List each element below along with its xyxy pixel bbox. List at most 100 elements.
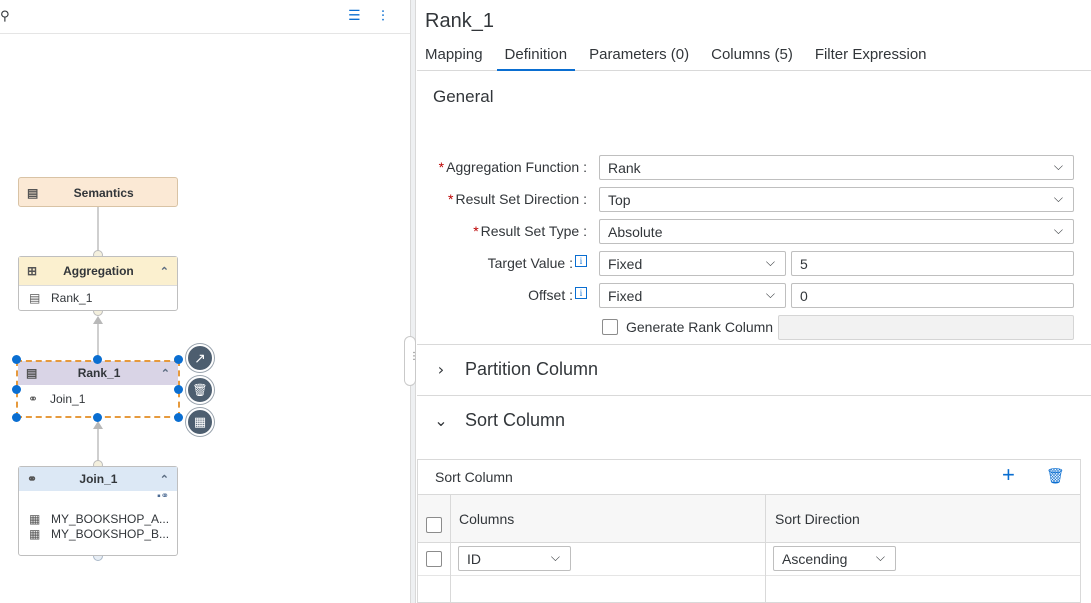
resize-handle-tl[interactable]: [12, 355, 21, 364]
tab-parameters[interactable]: Parameters (0): [581, 44, 697, 71]
arrow-into-aggregation: [93, 316, 103, 324]
chevron-down-icon: ⌄: [434, 411, 448, 430]
tab-bar: Mapping Definition Parameters (0) Column…: [417, 44, 1091, 71]
join-node-title: Join_1: [79, 472, 118, 486]
join-input-row-b: ▦ MY_BOOKSHOP_B...: [19, 526, 177, 541]
result-set-direction-select[interactable]: Top ⌵: [599, 187, 1074, 212]
collapse-chevron-icon[interactable]: ⌃: [160, 265, 169, 278]
generate-rank-column-checkbox[interactable]: [602, 319, 618, 335]
offset-input[interactable]: 0: [791, 283, 1074, 308]
result-set-type-value: Absolute: [608, 223, 663, 240]
arrow-up-right-icon: ↗: [194, 349, 206, 366]
selection-outline: [16, 360, 180, 418]
column-header-columns[interactable]: Columns: [459, 511, 514, 527]
resize-handle-mr[interactable]: [174, 385, 183, 394]
sort-column-table-title: Sort Column: [435, 469, 513, 485]
chevron-right-icon: ›: [437, 360, 445, 379]
join-node-header: ⚭ Join_1 ⌃: [19, 467, 177, 491]
tab-mapping[interactable]: Mapping: [417, 44, 491, 71]
result-set-type-select[interactable]: Absolute ⌵: [599, 219, 1074, 244]
join-type-icons: ▪⚭: [157, 491, 169, 502]
join-node[interactable]: ⚭ Join_1 ⌃ ▪⚭ ▦ MY_BOOKSHOP_A... ▦ MY_BO…: [18, 466, 178, 556]
preview-node-button[interactable]: ▦: [186, 408, 214, 436]
canvas-toolbar: ⚲ ☰ ⫶: [0, 0, 410, 34]
result-set-type-label: * Result Set Type :: [473, 223, 587, 239]
target-value-mode-select[interactable]: Fixed ⌵: [599, 251, 786, 276]
target-value-label: Target Value :i: [407, 255, 587, 271]
sort-direction-value: Ascending: [782, 550, 848, 567]
edge-semantics-aggregation: [97, 207, 99, 255]
offset-value: 0: [800, 287, 808, 304]
chevron-down-icon: ⌵: [765, 287, 775, 301]
chevron-down-icon: ⌵: [765, 255, 775, 269]
rank-node-icon: ▤: [29, 291, 41, 305]
partition-column-panel-header[interactable]: › Partition Column: [417, 344, 1091, 394]
sort-column-table-toolbar: Sort Column + 🗑: [418, 460, 1080, 495]
settings-sliders-icon[interactable]: ⫶: [381, 7, 385, 25]
splitter-grip[interactable]: ⋮: [404, 336, 419, 386]
general-section-title: General: [433, 87, 494, 106]
required-marker: *: [438, 159, 445, 175]
aggregation-function-select[interactable]: Rank ⌵: [599, 155, 1074, 180]
row-checkbox[interactable]: [426, 551, 442, 567]
resize-handle-br[interactable]: [174, 413, 183, 422]
add-icon[interactable]: +: [1002, 464, 1015, 486]
delete-icon[interactable]: 🗑: [1046, 467, 1065, 485]
table-icon: ▦: [29, 511, 41, 526]
collapse-chevron-icon[interactable]: ⌃: [160, 473, 169, 486]
target-value-input[interactable]: 5: [791, 251, 1074, 276]
aggregation-function-label: * Aggregation Function :: [438, 159, 587, 175]
result-set-direction-value: Top: [608, 191, 631, 208]
table-icon: ▦: [29, 526, 41, 541]
table-row[interactable]: ID ⌵ Ascending ⌵: [418, 543, 1080, 576]
offset-mode-select[interactable]: Fixed ⌵: [599, 283, 786, 308]
connect-arrow-button[interactable]: ↗: [186, 344, 214, 372]
tab-filter-expression[interactable]: Filter Expression: [807, 44, 935, 71]
resize-handle-ml[interactable]: [12, 385, 21, 394]
sort-column-table: Sort Column + 🗑 Columns Sort Direction I…: [417, 459, 1081, 603]
aggregation-function-value: Rank: [608, 159, 641, 176]
result-set-direction-label: * Result Set Direction :: [448, 191, 587, 207]
aggregation-node[interactable]: ⊞ Aggregation ⌃ ▤ Rank_1: [18, 256, 178, 311]
sort-column-title: Sort Column: [465, 410, 566, 430]
delete-node-button[interactable]: 🗑: [186, 376, 214, 404]
collapse-all-icon[interactable]: ☰: [348, 8, 361, 24]
tab-columns[interactable]: Columns (5): [703, 44, 801, 71]
table-header-row: Columns Sort Direction: [418, 495, 1080, 543]
target-value-mode: Fixed: [608, 255, 643, 272]
partition-column-title: Partition Column: [465, 359, 599, 379]
chevron-down-icon: ⌵: [550, 550, 560, 564]
graph-canvas[interactable]: ⚲ ☰ ⫶ ▤ Semantics ⊞ Aggregation ⌃ ▤ Rank…: [0, 0, 410, 603]
join-input-label-b: MY_BOOKSHOP_B...: [51, 526, 170, 541]
column-divider: [450, 495, 451, 603]
generate-rank-column-label: Generate Rank Column :: [626, 319, 781, 335]
column-divider: [765, 495, 766, 603]
chevron-down-icon: ⌵: [1053, 191, 1063, 205]
required-marker: *: [448, 191, 454, 207]
sort-column-panel-header[interactable]: ⌄ Sort Column: [417, 395, 1091, 445]
offset-label: Offset :i: [407, 287, 587, 303]
resize-handle-bm[interactable]: [93, 413, 102, 422]
aggregation-icon: ⊞: [27, 264, 38, 278]
info-icon[interactable]: i: [575, 287, 587, 299]
column-value: ID: [467, 550, 481, 567]
auto-layout-icon[interactable]: ⚲: [0, 9, 10, 24]
resize-handle-tr[interactable]: [174, 355, 183, 364]
join-input-row-a: ▦ MY_BOOKSHOP_A...: [19, 511, 177, 526]
sort-direction-select[interactable]: Ascending ⌵: [773, 546, 896, 571]
column-header-sort-direction[interactable]: Sort Direction: [775, 511, 860, 527]
node-title: Rank_1: [425, 10, 494, 32]
generate-rank-column-input: [778, 315, 1074, 340]
chevron-down-icon: ⌵: [875, 550, 885, 564]
resize-handle-tm[interactable]: [93, 355, 102, 364]
info-icon[interactable]: i: [575, 255, 587, 267]
tab-definition[interactable]: Definition: [496, 44, 576, 71]
aggregation-node-header: ⊞ Aggregation ⌃: [19, 257, 177, 286]
required-marker: *: [473, 223, 479, 239]
semantics-icon: ▤: [27, 185, 39, 200]
column-select[interactable]: ID ⌵: [458, 546, 571, 571]
resize-handle-bl[interactable]: [12, 413, 21, 422]
offset-mode: Fixed: [608, 287, 643, 304]
semantics-node[interactable]: ▤ Semantics: [18, 177, 178, 207]
select-all-checkbox[interactable]: [426, 517, 442, 533]
